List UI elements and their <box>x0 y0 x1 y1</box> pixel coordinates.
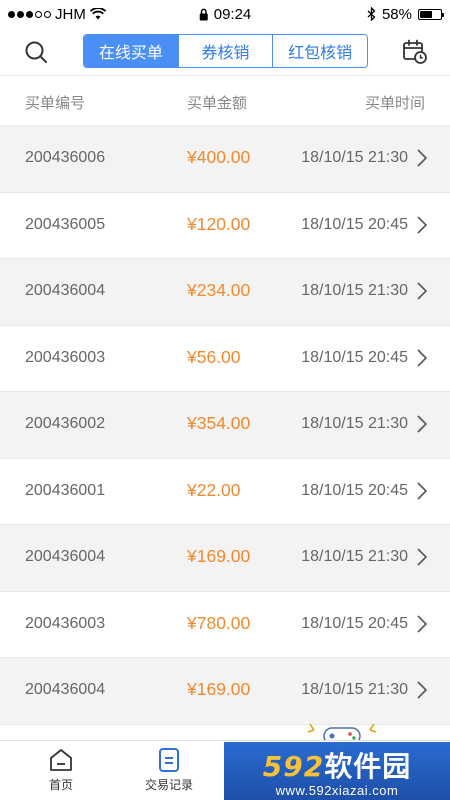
order-id: 200436005 <box>25 215 106 233</box>
order-id: 200436002 <box>25 415 106 432</box>
site-watermark: 592软件园 www.592xiazai.com <box>224 742 450 800</box>
chevron-right-icon <box>417 614 428 633</box>
chevron-right-icon <box>417 415 428 433</box>
chevron-right-icon <box>417 149 428 167</box>
status-left: JHM <box>8 6 106 23</box>
table-row[interactable]: 200436004 ¥169.00 18/10/15 21:30 <box>0 525 450 592</box>
nav-bar: 在线买单 券核销 红包核销 <box>0 28 450 76</box>
order-amount: ¥22.00 <box>187 479 241 500</box>
bluetooth-icon <box>367 7 376 21</box>
header-amount: 买单金额 <box>187 95 248 112</box>
order-list: 200436006 ¥400.00 18/10/15 21:30 2004360… <box>0 126 450 725</box>
order-time: 18/10/15 21:30 <box>301 149 408 166</box>
status-right: 58% <box>367 5 444 23</box>
battery-icon <box>418 8 444 20</box>
order-amount: ¥56.00 <box>187 346 241 367</box>
chevron-right-icon <box>417 282 428 300</box>
chevron-right-icon <box>417 548 428 566</box>
tab-redpacket-redeem[interactable]: 红包核销 <box>272 35 367 67</box>
order-id: 200436004 <box>25 681 106 698</box>
tab-coupon-redeem[interactable]: 券核销 <box>177 35 273 67</box>
order-id: 200436004 <box>25 548 106 565</box>
watermark-url: www.592xiazai.com <box>275 782 399 798</box>
tab-records[interactable]: 交易记录 <box>129 747 209 793</box>
chevron-right-icon <box>417 215 428 234</box>
tab-home[interactable]: 首页 <box>21 747 101 793</box>
table-header: 买单编号 买单金额 买单时间 <box>0 76 450 126</box>
table-row[interactable]: 200436006 ¥400.00 18/10/15 21:30 <box>0 126 450 193</box>
lock-icon <box>199 8 208 20</box>
carrier-name: JHM <box>55 5 86 23</box>
order-amount: ¥120.00 <box>187 213 251 234</box>
order-amount: ¥234.00 <box>187 280 251 300</box>
table-row[interactable]: 200436004 ¥169.00 18/10/15 21:30 <box>0 658 450 725</box>
chevron-right-icon <box>417 681 428 699</box>
order-amount: ¥169.00 <box>187 546 251 566</box>
table-row[interactable]: 200436001 ¥22.00 18/10/15 20:45 <box>0 458 450 525</box>
table-row[interactable]: 200436003 ¥56.00 18/10/15 20:45 <box>0 325 450 392</box>
order-id: 200436003 <box>25 348 106 366</box>
segmented-control: 在线买单 券核销 红包核销 <box>83 34 368 68</box>
order-amount: ¥169.00 <box>187 679 251 699</box>
status-time: 09:24 <box>213 5 252 23</box>
home-icon <box>50 749 72 771</box>
order-amount: ¥400.00 <box>187 147 251 167</box>
order-time: 18/10/15 21:30 <box>301 282 408 299</box>
watermark-logo: 592软件园 <box>262 749 412 783</box>
chevron-right-icon <box>417 481 428 500</box>
order-id: 200436003 <box>25 614 106 632</box>
header-time: 买单时间 <box>364 95 425 112</box>
order-time: 18/10/15 21:30 <box>301 415 408 432</box>
chevron-right-icon <box>417 348 428 367</box>
calendar-clock-icon[interactable] <box>402 39 428 65</box>
order-amount: ¥780.00 <box>187 612 251 633</box>
status-bar: JHM 09:24 58% <box>0 0 450 28</box>
wifi-icon <box>89 8 106 20</box>
order-id: 200436006 <box>25 149 106 166</box>
records-icon <box>159 748 179 772</box>
table-row[interactable]: 200436005 ¥120.00 18/10/15 20:45 <box>0 192 450 259</box>
signal-strength-icon <box>8 10 51 18</box>
tab-online-payment[interactable]: 在线买单 <box>84 35 178 67</box>
order-time: 18/10/15 20:45 <box>301 215 408 233</box>
order-amount: ¥354.00 <box>187 413 251 433</box>
order-id: 200436004 <box>25 282 106 299</box>
order-time: 18/10/15 21:30 <box>301 681 408 698</box>
header-order-id: 买单编号 <box>25 95 86 112</box>
status-center: 09:24 <box>199 5 252 23</box>
table-row[interactable]: 200436003 ¥780.00 18/10/15 20:45 <box>0 591 450 658</box>
table-row[interactable]: 200436002 ¥354.00 18/10/15 21:30 <box>0 392 450 459</box>
search-icon[interactable] <box>24 40 48 64</box>
battery-level <box>420 10 432 18</box>
order-time: 18/10/15 21:30 <box>301 548 408 565</box>
order-time: 18/10/15 20:45 <box>301 614 408 632</box>
tab-home-label: 首页 <box>48 778 73 792</box>
tab-records-label: 交易记录 <box>144 778 193 792</box>
battery-percent: 58% <box>381 5 412 23</box>
order-time: 18/10/15 20:45 <box>301 481 408 499</box>
order-time: 18/10/15 20:45 <box>301 348 408 366</box>
table-row[interactable]: 200436004 ¥234.00 18/10/15 21:30 <box>0 259 450 326</box>
order-id: 200436001 <box>25 481 106 499</box>
